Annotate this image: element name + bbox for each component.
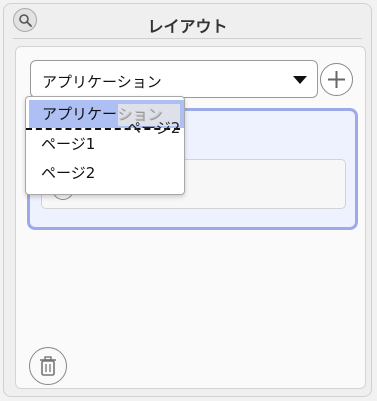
layout-panel: レイアウト アプリケーション ⌄ [3, 3, 372, 397]
divider [13, 38, 362, 39]
drag-ghost-label: ページ2 [126, 119, 181, 137]
layout-select[interactable]: アプリケーション [30, 60, 318, 98]
delete-button[interactable] [29, 347, 67, 385]
trash-icon [40, 356, 56, 376]
plus-icon [328, 71, 345, 88]
caret-down-icon [293, 76, 307, 84]
layout-select-value: アプリケーション [42, 73, 162, 91]
add-button[interactable] [320, 63, 353, 96]
dropdown-item-page2[interactable]: ページ2 [26, 159, 184, 187]
title-bar: レイアウト [4, 4, 371, 40]
window-title: レイアウト [147, 17, 228, 36]
